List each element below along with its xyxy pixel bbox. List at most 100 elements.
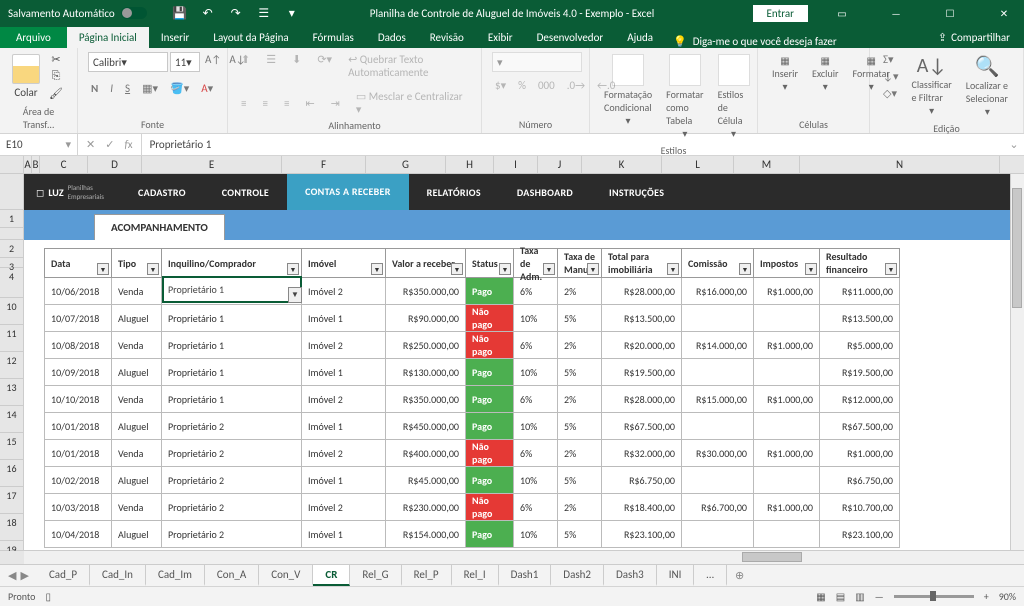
cell[interactable]: 10% xyxy=(514,305,558,332)
cell[interactable]: 5% xyxy=(558,359,602,386)
cell[interactable]: 10/02/2018 xyxy=(44,467,112,494)
cell[interactable]: R$1.000,00 xyxy=(754,440,820,467)
cell[interactable]: R$1.000,00 xyxy=(754,494,820,521)
cell[interactable]: 10% xyxy=(514,359,558,386)
close-button[interactable]: ✕ xyxy=(984,0,1024,26)
formula-input[interactable]: Proprietário 1 xyxy=(142,134,1004,155)
filter-icon[interactable]: ▼ xyxy=(885,263,897,275)
cell[interactable]: 10% xyxy=(514,413,558,440)
col-header-E[interactable]: E xyxy=(142,156,282,173)
font-size-select[interactable]: 11 ▾ xyxy=(170,52,200,72)
cell[interactable]: Venda xyxy=(112,494,162,521)
cell[interactable]: R$11.000,00 xyxy=(820,278,900,305)
tab-review[interactable]: Revisão xyxy=(418,27,476,48)
cell[interactable]: R$6.750,00 xyxy=(820,467,900,494)
col-header-N[interactable]: N xyxy=(800,156,1000,173)
cell[interactable]: Imóvel 2 xyxy=(302,440,386,467)
cell[interactable]: Imóvel 1 xyxy=(302,305,386,332)
cell[interactable]: Pago xyxy=(466,413,514,440)
cell[interactable]: R$5.000,00 xyxy=(820,332,900,359)
autosave-toggle[interactable]: Salvamento Automático xyxy=(8,7,147,20)
col-header-G[interactable]: G xyxy=(366,156,446,173)
cell[interactable]: R$13.500,00 xyxy=(820,305,900,332)
col-header-K[interactable]: K xyxy=(582,156,662,173)
cell[interactable]: Proprietário 1 xyxy=(162,386,302,413)
cell[interactable]: R$45.000,00 xyxy=(386,467,466,494)
font-color-icon[interactable]: A▾ xyxy=(198,81,216,96)
nav-dashboard[interactable]: DASHBOARD xyxy=(499,174,591,210)
find-select-button[interactable]: 🔍Localizar e Selecionar▾ xyxy=(962,52,1013,120)
paste-button[interactable]: Colar xyxy=(10,52,42,101)
cell[interactable]: R$19.500,00 xyxy=(820,359,900,386)
currency-icon[interactable]: $▾ xyxy=(492,78,509,93)
header-1[interactable]: Tipo▼ xyxy=(112,248,162,278)
cell[interactable]: 5% xyxy=(558,467,602,494)
cell[interactable]: 2% xyxy=(558,494,602,521)
cell[interactable]: Imóvel 2 xyxy=(302,332,386,359)
cell[interactable]: Venda xyxy=(112,440,162,467)
percent-icon[interactable]: % xyxy=(515,78,529,93)
header-10[interactable]: Impostos▼ xyxy=(754,248,820,278)
row-header-[interactable] xyxy=(0,174,23,210)
cell[interactable]: 6% xyxy=(514,440,558,467)
cell[interactable]: R$67.500,00 xyxy=(602,413,682,440)
fill-color-icon[interactable]: 🪣▾ xyxy=(167,81,192,96)
border-icon[interactable]: ▦▾ xyxy=(139,81,161,96)
zoom-level[interactable]: 90% xyxy=(999,590,1016,603)
zoom-out-button[interactable]: — xyxy=(875,590,884,603)
active-cell-editor[interactable]: Proprietário 1 ▼ xyxy=(162,276,302,303)
tab-data[interactable]: Dados xyxy=(366,27,418,48)
ribbon-options-icon[interactable]: ▭ xyxy=(822,0,862,26)
cell[interactable]: 10/10/2018 xyxy=(44,386,112,413)
view-layout-icon[interactable]: ▤ xyxy=(836,590,845,603)
expand-formula-icon[interactable]: ⌄ xyxy=(1004,134,1024,155)
cell[interactable] xyxy=(754,359,820,386)
row-header-15[interactable]: 15 xyxy=(0,433,23,460)
insert-cells-button[interactable]: ▦Inserir▾ xyxy=(768,52,802,95)
cell[interactable]: Imóvel 2 xyxy=(302,494,386,521)
touch-icon[interactable]: ☰ xyxy=(257,6,271,20)
header-2[interactable]: Inquilino/Comprador▼ xyxy=(162,248,302,278)
cell[interactable] xyxy=(754,467,820,494)
col-header-A[interactable]: A xyxy=(24,156,32,173)
cancel-formula-icon[interactable]: ✕ xyxy=(86,138,95,151)
header-8[interactable]: Total para imobiliária▼ xyxy=(602,248,682,278)
tab-developer[interactable]: Desenvolvedor xyxy=(525,27,616,48)
increase-indent-icon[interactable]: ⇥ xyxy=(328,96,343,111)
cell[interactable]: R$6.750,00 xyxy=(602,467,682,494)
cell[interactable]: R$130.000,00 xyxy=(386,359,466,386)
cell[interactable]: 6% xyxy=(514,494,558,521)
cell[interactable]: R$154.000,00 xyxy=(386,521,466,548)
align-left-icon[interactable]: ≡ xyxy=(238,96,249,111)
cell[interactable]: R$230.000,00 xyxy=(386,494,466,521)
cell[interactable]: 2% xyxy=(558,386,602,413)
name-box[interactable]: E10▾ xyxy=(0,134,78,155)
signin-button[interactable]: Entrar xyxy=(753,5,808,22)
align-middle-icon[interactable]: ☰ xyxy=(263,52,279,80)
redo-icon[interactable]: ↷ xyxy=(229,6,243,20)
col-header-L[interactable]: L xyxy=(662,156,734,173)
col-header-M[interactable]: M xyxy=(734,156,800,173)
minimize-button[interactable]: — xyxy=(876,0,916,26)
row-header-2[interactable]: 2 xyxy=(0,240,23,258)
header-9[interactable]: Comissão▼ xyxy=(682,248,754,278)
decrease-indent-icon[interactable]: ⇤ xyxy=(302,96,317,111)
cell[interactable] xyxy=(682,521,754,548)
header-5[interactable]: Status▼ xyxy=(466,248,514,278)
number-format-select[interactable]: ▾ xyxy=(492,52,582,72)
cell[interactable]: R$1.000,00 xyxy=(754,278,820,305)
more-icon[interactable]: ▾ xyxy=(285,6,299,20)
cell[interactable]: R$23.100,00 xyxy=(602,521,682,548)
merge-center-button[interactable]: ▭ Mesclar e Centralizar ▾ xyxy=(353,89,471,117)
filter-icon[interactable]: ▼ xyxy=(739,263,751,275)
row-header-[interactable] xyxy=(0,228,23,240)
cell[interactable]: R$19.500,00 xyxy=(602,359,682,386)
clear-icon[interactable]: ◇▾ xyxy=(880,86,901,101)
cell[interactable]: Proprietário 2 xyxy=(162,494,302,521)
bold-button[interactable]: N xyxy=(88,81,101,96)
increase-decimal-icon[interactable]: .0→ xyxy=(564,78,588,93)
cell[interactable]: 10/04/2018 xyxy=(44,521,112,548)
cell[interactable]: 10% xyxy=(514,521,558,548)
cell[interactable]: 10% xyxy=(514,467,558,494)
cell[interactable] xyxy=(682,305,754,332)
